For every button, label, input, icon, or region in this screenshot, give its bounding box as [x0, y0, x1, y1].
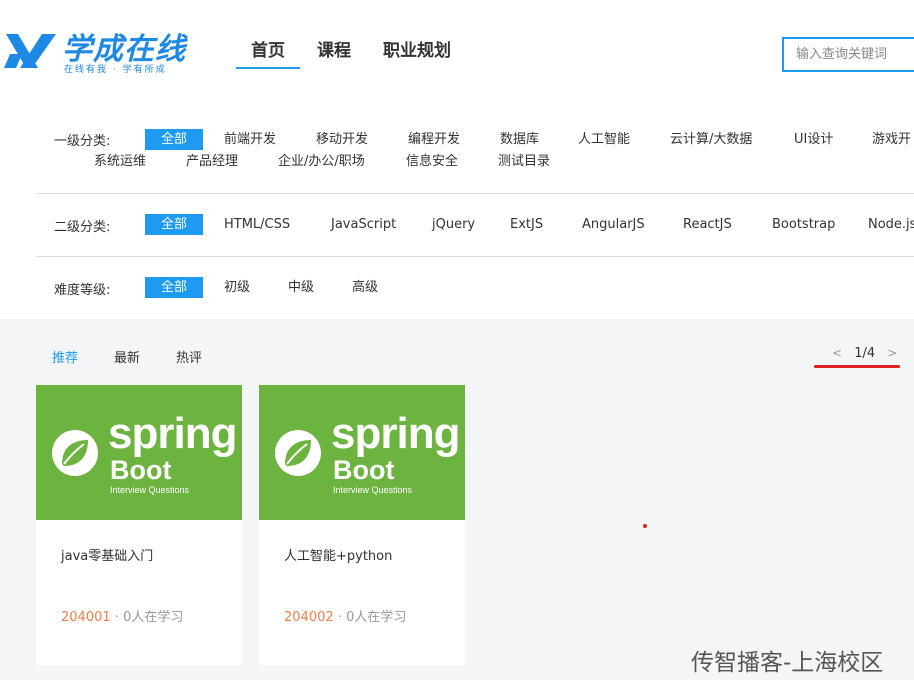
- course-card[interactable]: spring Boot Interview Questions 人工智能+pyt…: [259, 385, 465, 665]
- course-meta: 204001 · 0人在学习: [61, 606, 183, 625]
- filter-level2-all[interactable]: 全部: [145, 214, 203, 235]
- filter-difficulty-item[interactable]: 高级: [352, 277, 378, 298]
- course-meta: 204002 · 0人在学习: [284, 606, 406, 625]
- course-cover: spring Boot Interview Questions: [36, 385, 242, 520]
- filter-row-level1: 一级分类: 全部 前端开发 移动开发 编程开发 数据库 人工智能 云计算/大数据…: [36, 110, 914, 194]
- filter-level1-item[interactable]: 人工智能: [578, 129, 630, 150]
- spring-leaf-icon: [52, 430, 98, 476]
- cover-subword: Boot: [110, 455, 172, 485]
- filter-level1-item[interactable]: 云计算/大数据: [670, 129, 752, 150]
- filter-label-difficulty: 难度等级:: [54, 283, 111, 298]
- filter-level1-item[interactable]: 系统运维: [94, 151, 146, 172]
- sort-tab-hot[interactable]: 热评: [176, 347, 202, 366]
- cover-subword: Boot: [333, 455, 395, 485]
- nav-career[interactable]: 职业规划: [383, 36, 451, 61]
- spring-leaf-icon: [275, 430, 321, 476]
- filter-level2-item[interactable]: Node.js: [868, 214, 914, 235]
- filter-difficulty-item[interactable]: 中级: [288, 277, 314, 298]
- watermark-text: 传智播客-上海校区: [691, 650, 884, 676]
- nav-courses[interactable]: 课程: [317, 36, 351, 61]
- course-list-area: 推荐 最新 热评 < 1/4 > spring Boot Interview Q…: [0, 319, 914, 680]
- course-id: 204001: [61, 610, 111, 625]
- filter-level2-item[interactable]: jQuery: [432, 214, 475, 235]
- course-learners: 0人在学习: [346, 610, 407, 625]
- filter-difficulty-all[interactable]: 全部: [145, 277, 203, 298]
- filter-label-level1: 一级分类:: [54, 134, 111, 149]
- meta-separator: ·: [337, 610, 342, 625]
- pager-prev-button[interactable]: <: [832, 346, 842, 360]
- sort-tab-recommended[interactable]: 推荐: [52, 347, 78, 366]
- cover-caption: Interview Questions: [110, 485, 190, 495]
- cover-word: spring: [331, 409, 460, 458]
- filter-row-difficulty: 难度等级: 全部 初级 中级 高级: [36, 257, 914, 320]
- logo-x-icon: [4, 34, 56, 68]
- filter-level1-item[interactable]: 企业/办公/职场: [278, 151, 365, 172]
- cover-word: spring: [108, 409, 237, 458]
- filter-level2-item[interactable]: ExtJS: [510, 214, 543, 235]
- filter-level1-item[interactable]: 游戏开: [872, 129, 911, 150]
- filter-level2-item[interactable]: HTML/CSS: [224, 214, 290, 235]
- filter-level1-item[interactable]: 前端开发: [224, 129, 276, 150]
- filter-level1-item[interactable]: 信息安全: [406, 151, 458, 172]
- course-title[interactable]: java零基础入门: [61, 545, 153, 564]
- filter-level1-item[interactable]: 测试目录: [498, 151, 550, 172]
- course-cover: spring Boot Interview Questions: [259, 385, 465, 520]
- pager-next-button[interactable]: >: [887, 346, 897, 360]
- filter-level1-item[interactable]: 数据库: [500, 129, 539, 150]
- annotation-dot: [643, 524, 647, 528]
- meta-separator: ·: [114, 610, 119, 625]
- filter-row-level2: 二级分类: 全部 HTML/CSS JavaScript jQuery ExtJ…: [36, 194, 914, 257]
- course-title[interactable]: 人工智能+python: [284, 545, 392, 564]
- filter-panel: 一级分类: 全部 前端开发 移动开发 编程开发 数据库 人工智能 云计算/大数据…: [36, 110, 914, 320]
- filter-level1-item[interactable]: 移动开发: [316, 129, 368, 150]
- filter-level2-item[interactable]: ReactJS: [683, 214, 732, 235]
- search-input[interactable]: [782, 37, 914, 72]
- cover-caption: Interview Questions: [333, 485, 413, 495]
- filter-level1-item[interactable]: 产品经理: [186, 151, 238, 172]
- filter-level1-item[interactable]: UI设计: [794, 129, 833, 150]
- site-header: 学成在线 在线有我 · 学有所成 首页 课程 职业规划: [0, 0, 914, 100]
- annotation-underline: [814, 365, 900, 368]
- nav-home[interactable]: 首页: [236, 36, 300, 69]
- filter-level2-item[interactable]: JavaScript: [331, 214, 396, 235]
- course-id: 204002: [284, 610, 334, 625]
- pager-text: 1/4: [854, 346, 876, 361]
- pager: < 1/4 >: [832, 346, 897, 361]
- filter-difficulty-item[interactable]: 初级: [224, 277, 250, 298]
- filter-level1-all[interactable]: 全部: [145, 129, 203, 150]
- filter-level2-item[interactable]: AngularJS: [582, 214, 645, 235]
- site-logo[interactable]: 学成在线 在线有我 · 学有所成: [4, 26, 194, 76]
- filter-level1-item[interactable]: 编程开发: [408, 129, 460, 150]
- sort-tab-newest[interactable]: 最新: [114, 347, 140, 366]
- logo-subtitle: 在线有我 · 学有所成: [64, 65, 167, 75]
- filter-level2-item[interactable]: Bootstrap: [772, 214, 835, 235]
- course-learners: 0人在学习: [123, 610, 184, 625]
- course-card[interactable]: spring Boot Interview Questions java零基础入…: [36, 385, 242, 665]
- filter-label-level2: 二级分类:: [54, 220, 111, 235]
